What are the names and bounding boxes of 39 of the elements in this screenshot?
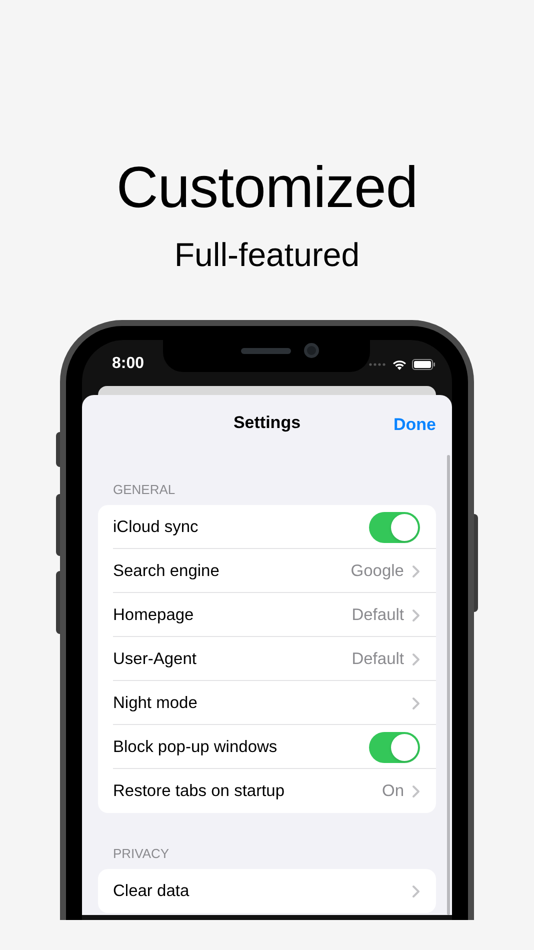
headline: Customized	[116, 154, 418, 222]
chevron-icon	[412, 696, 420, 710]
settings-row[interactable]: Block pop-up windows	[98, 725, 436, 769]
row-value: On	[382, 780, 404, 802]
status-time: 8:00	[112, 354, 144, 374]
row-label: iCloud sync	[113, 516, 200, 538]
row-label: Clear data	[113, 880, 190, 902]
camera-icon	[304, 343, 319, 358]
section-header: PRIVACY	[112, 845, 170, 863]
battery-icon	[412, 358, 436, 370]
settings-row[interactable]: iCloud sync	[98, 505, 436, 549]
settings-row[interactable]: Search engine Google	[98, 549, 436, 593]
settings-row[interactable]: Restore tabs on startup On	[98, 769, 436, 813]
chevron-icon	[412, 608, 420, 622]
sheet-title: Settings	[233, 412, 301, 434]
settings-row[interactable]: Homepage Default	[98, 593, 436, 637]
wifi-icon	[392, 358, 407, 370]
row-label: User-Agent	[113, 648, 198, 670]
row-value: Default	[352, 604, 404, 626]
section-header: GENERAL	[112, 481, 176, 499]
toggle-switch[interactable]	[369, 512, 420, 542]
toggle-switch[interactable]	[369, 732, 420, 762]
subheadline: Full-featured	[174, 235, 360, 275]
settings-row[interactable]: Night mode	[98, 681, 436, 725]
settings-row[interactable]: Clear data	[98, 869, 436, 913]
row-label: Restore tabs on startup	[113, 780, 286, 802]
chevron-icon	[412, 564, 420, 578]
chevron-icon	[412, 884, 420, 898]
row-label: Homepage	[113, 604, 195, 626]
row-label: Search engine	[113, 560, 220, 582]
row-value: Google	[350, 560, 404, 582]
signal-icon	[369, 362, 387, 366]
chevron-icon	[412, 784, 420, 798]
speaker-grille	[241, 348, 291, 354]
row-label: Night mode	[113, 692, 198, 714]
settings-row[interactable]: User-Agent Default	[98, 637, 436, 681]
row-label: Block pop-up windows	[113, 736, 278, 758]
chevron-icon	[412, 652, 420, 666]
row-value: Default	[352, 648, 404, 670]
